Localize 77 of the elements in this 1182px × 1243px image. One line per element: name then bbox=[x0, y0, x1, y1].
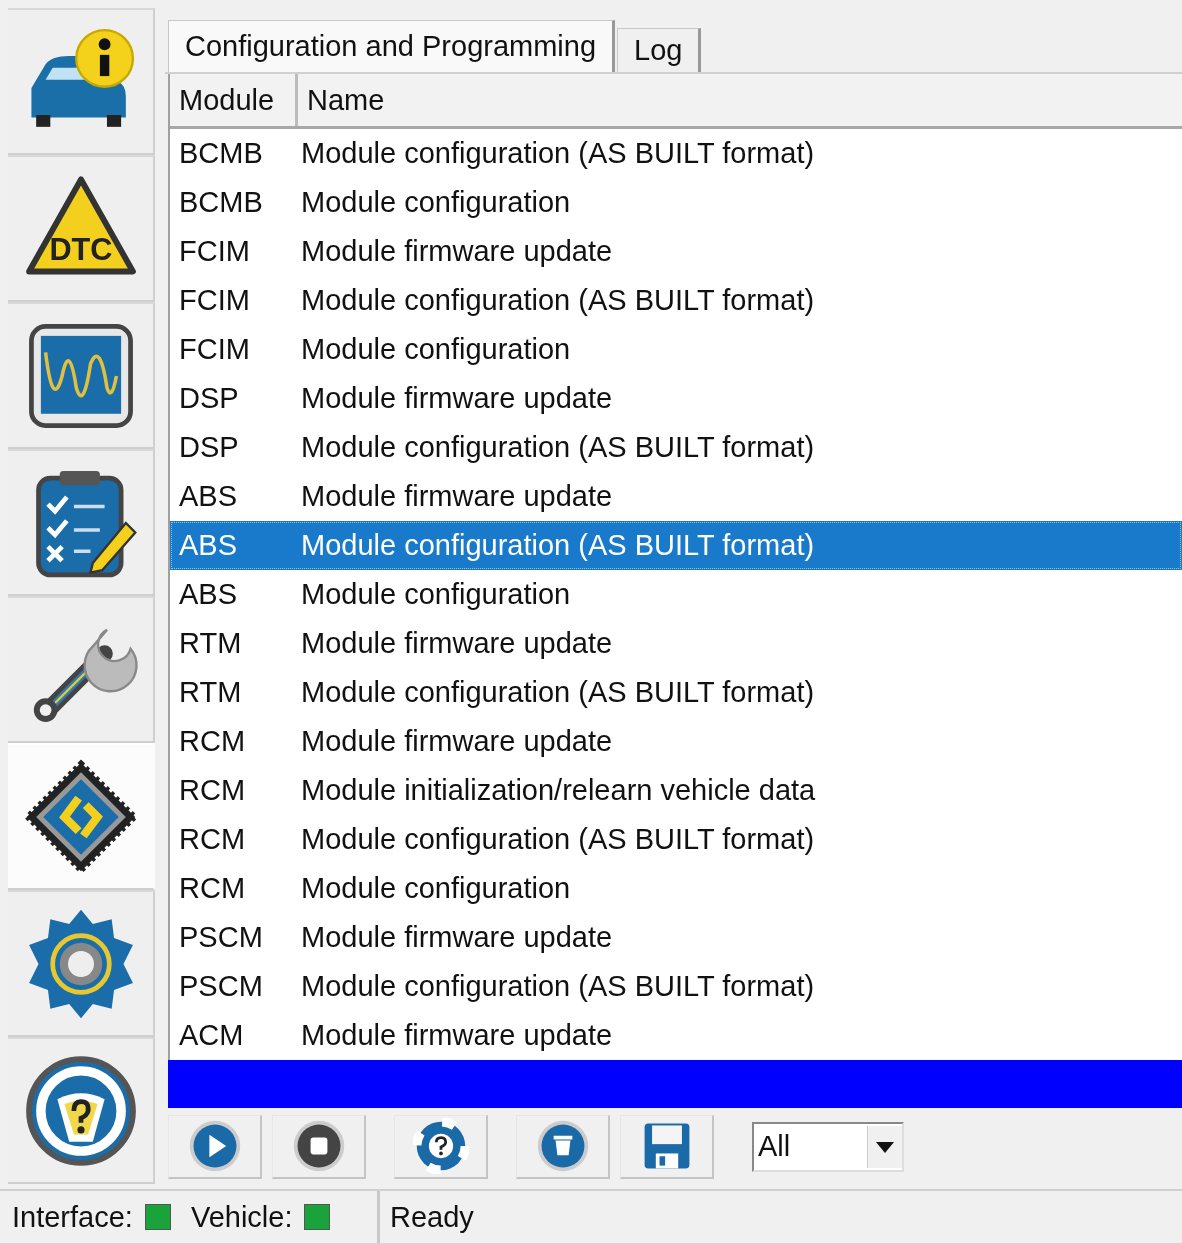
table-row[interactable]: FCIM Module configuration (AS BUILT format) bbox=[170, 276, 1182, 325]
sidebar-button[interactable] bbox=[8, 596, 155, 743]
module-cell-text: RTM bbox=[178, 676, 243, 709]
save-button[interactable] bbox=[620, 1114, 714, 1179]
table-row[interactable]: PSCM Module firmware update bbox=[170, 913, 1182, 962]
module-cell-text: RCM bbox=[178, 872, 247, 905]
table-row[interactable]: ABS Module configuration (AS BUILT format) bbox=[170, 521, 1182, 570]
name-cell-text: Module configuration (AS BUILT format) bbox=[300, 970, 815, 1003]
module-cell-text: PSCM bbox=[178, 970, 264, 1003]
module-cell-text: BCMB bbox=[178, 186, 264, 219]
module-cell-text: ABS bbox=[178, 578, 239, 611]
table-row[interactable]: ABS Module configuration bbox=[170, 570, 1182, 619]
table-row[interactable]: RCM Module initialization/relearn vehicle data bbox=[170, 766, 1182, 815]
table-row[interactable]: DSP Module firmware update bbox=[170, 374, 1182, 423]
sidebar-button[interactable] bbox=[8, 1037, 155, 1184]
name-cell-text: Module configuration (AS BUILT format) bbox=[300, 823, 815, 856]
name-cell-text: Module configuration (AS BUILT format) bbox=[300, 676, 815, 709]
sidebar-button[interactable] bbox=[8, 449, 155, 596]
play-button[interactable] bbox=[168, 1114, 262, 1179]
table-row[interactable]: FCIM Module configuration bbox=[170, 325, 1182, 374]
status-message: Ready bbox=[390, 1200, 474, 1234]
sidebar-button[interactable]: DTC bbox=[8, 155, 155, 302]
module-cell-text: DSP bbox=[178, 382, 240, 415]
module-cell-text: RCM bbox=[178, 725, 247, 758]
name-cell-text: Module firmware update bbox=[300, 725, 613, 758]
table-row[interactable]: DSP Module configuration (AS BUILT format) bbox=[170, 423, 1182, 472]
status-label: Vehicle: bbox=[190, 1200, 293, 1234]
module-cell-text: FCIM bbox=[178, 284, 251, 317]
module-cell-text: ABS bbox=[178, 529, 239, 562]
table-row[interactable]: BCMB Module configuration bbox=[170, 178, 1182, 227]
lifebuoy-icon bbox=[412, 1118, 469, 1175]
table-row[interactable]: ACM Module firmware update bbox=[170, 1011, 1182, 1060]
name-cell-text: Module firmware update bbox=[300, 382, 613, 415]
name-cell-text: Module configuration (AS BUILT format) bbox=[300, 529, 815, 562]
table-row[interactable]: FCIM Module firmware update bbox=[170, 227, 1182, 276]
module-cell-text: BCMB bbox=[178, 137, 264, 170]
module-cell-text: FCIM bbox=[178, 235, 251, 268]
name-cell-text: Module configuration (AS BUILT format) bbox=[300, 431, 815, 464]
name-cell-text: Module firmware update bbox=[300, 627, 613, 660]
module-cell-text: FCIM bbox=[178, 333, 251, 366]
name-cell-text: Module configuration bbox=[300, 186, 571, 219]
table-row[interactable]: ABS Module firmware update bbox=[170, 472, 1182, 521]
tab[interactable]: Configuration and Programming bbox=[168, 20, 616, 72]
sidebar-button[interactable] bbox=[8, 8, 155, 155]
module-cell-text: PSCM bbox=[178, 921, 264, 954]
table-row[interactable]: RCM Module configuration (AS BUILT format) bbox=[170, 815, 1182, 864]
table-row[interactable]: RTM Module firmware update bbox=[170, 619, 1182, 668]
module-cell-text: RCM bbox=[178, 774, 247, 807]
module-cell-text: ACM bbox=[178, 1019, 245, 1052]
name-cell-text: Module firmware update bbox=[300, 480, 613, 513]
name-cell-text: Module configuration (AS BUILT format) bbox=[300, 137, 815, 170]
delete-button[interactable] bbox=[516, 1114, 610, 1179]
help-button[interactable] bbox=[394, 1114, 488, 1179]
name-cell-text: Module firmware update bbox=[300, 235, 613, 268]
table-row[interactable]: RCM Module configuration bbox=[170, 864, 1182, 913]
name-cell-text: Module initialization/relearn vehicle data bbox=[300, 774, 816, 807]
column-header[interactable]: Module bbox=[170, 74, 298, 126]
sidebar-button[interactable] bbox=[8, 302, 155, 449]
name-cell-text: Module firmware update bbox=[300, 921, 613, 954]
module-cell-text: RTM bbox=[178, 627, 243, 660]
filter-dropdown[interactable]: All bbox=[752, 1121, 904, 1172]
status-label: Interface: bbox=[12, 1200, 133, 1234]
name-cell-text: Module configuration bbox=[300, 578, 571, 611]
table-row[interactable]: BCMB Module configuration (AS BUILT format) bbox=[170, 129, 1182, 178]
column-header[interactable]: Name bbox=[298, 74, 385, 126]
stop-button[interactable] bbox=[272, 1114, 366, 1179]
table-row[interactable]: RTM Module configuration (AS BUILT format) bbox=[170, 668, 1182, 717]
tab[interactable]: Log bbox=[617, 28, 702, 72]
module-cell-text: RCM bbox=[178, 823, 247, 856]
name-cell-text: Module configuration bbox=[300, 872, 571, 905]
name-cell-text: Module firmware update bbox=[300, 1019, 613, 1052]
module-cell-text: DSP bbox=[178, 431, 240, 464]
module-cell-text: ABS bbox=[178, 480, 239, 513]
table-row[interactable]: PSCM Module configuration (AS BUILT format) bbox=[170, 962, 1182, 1011]
table-row[interactable]: RCM Module firmware update bbox=[170, 717, 1182, 766]
name-cell-text: Module configuration bbox=[300, 333, 571, 366]
name-cell-text: Module configuration (AS BUILT format) bbox=[300, 284, 815, 317]
